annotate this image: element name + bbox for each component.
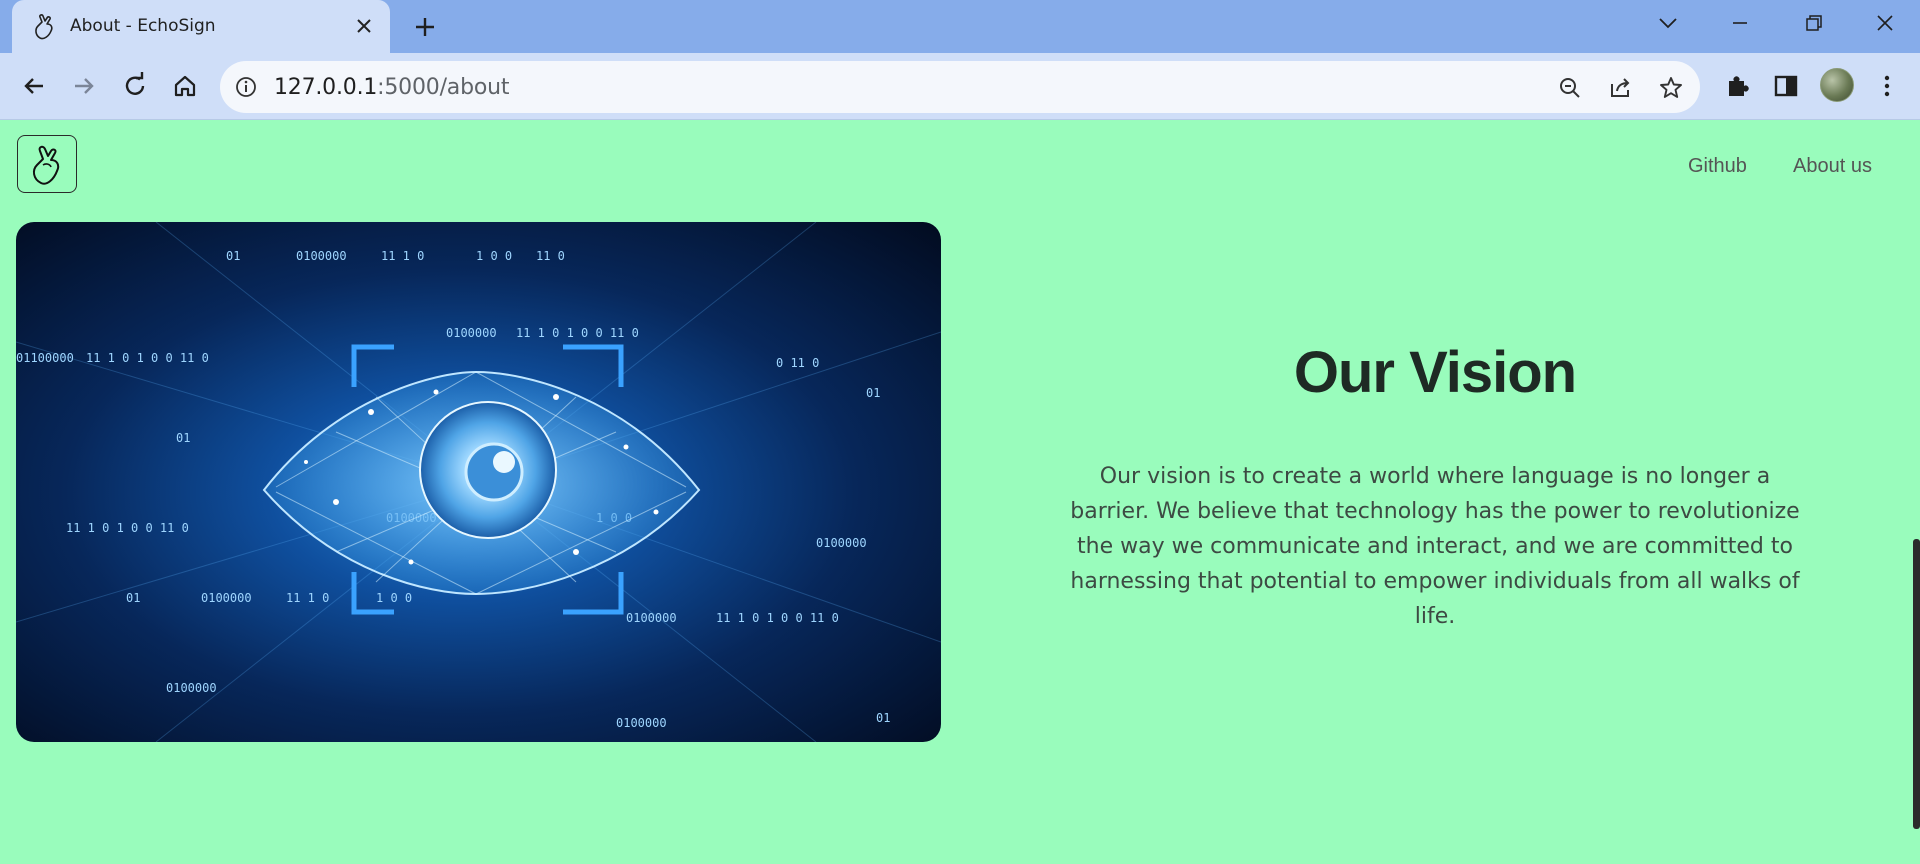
close-icon[interactable]: [352, 14, 376, 38]
address-bar[interactable]: 127.0.0.1:5000/about: [220, 61, 1700, 113]
page-content: Github About us 01 0100000 11 1 0 1 0 0 …: [0, 121, 1920, 864]
code-text: 01: [866, 386, 880, 400]
code-text: 0100000: [626, 611, 677, 625]
code-text: 11 1 0 1 0 0 11 0: [66, 521, 189, 535]
extensions-puzzle-icon[interactable]: [1720, 69, 1754, 103]
restore-icon[interactable]: [1793, 8, 1833, 38]
back-arrow-icon[interactable]: [17, 69, 51, 103]
url-host: 127.0.0.1: [274, 75, 378, 100]
share-icon[interactable]: [1606, 74, 1634, 102]
code-text: 0100000: [201, 591, 252, 605]
nav-link-about-us[interactable]: About us: [1793, 155, 1872, 178]
code-text: 01: [876, 711, 890, 725]
tab-title: About - EchoSign: [70, 16, 216, 36]
window-close-icon[interactable]: [1865, 8, 1905, 38]
code-text: 11 1 0 1 0 0 11 0: [516, 326, 639, 340]
url-text: 127.0.0.1:5000/about: [274, 75, 509, 100]
new-tab-plus-icon[interactable]: [410, 12, 440, 42]
echosign-logo[interactable]: [17, 135, 77, 193]
code-text: 11 1 0 1 0 0 11 0: [86, 351, 209, 365]
code-text: 01: [126, 591, 140, 605]
code-text: 11 1 0: [286, 591, 329, 605]
kebab-menu-icon[interactable]: [1870, 69, 1904, 103]
code-text: 0100000: [166, 681, 217, 695]
code-text: 11 1 0: [381, 249, 424, 263]
vision-eye-image: 01 0100000 11 1 0 1 0 0 11 0 01100000 11…: [16, 222, 941, 742]
forward-arrow-icon[interactable]: [67, 69, 101, 103]
hand-logo-icon: [32, 145, 60, 185]
scrollbar-thumb[interactable]: [1913, 539, 1920, 829]
zoom-out-icon[interactable]: [1556, 74, 1584, 102]
vision-description: Our vision is to create a world where la…: [1070, 464, 1800, 629]
side-panel-icon[interactable]: [1769, 69, 1803, 103]
code-text: 11 1 0 1 0 0 11 0: [716, 611, 839, 625]
hand-favicon-icon: [32, 13, 58, 41]
site-info-icon[interactable]: [234, 75, 258, 99]
tab-search-chevron-icon[interactable]: [1648, 8, 1688, 38]
browser-toolbar: 127.0.0.1:5000/about: [0, 53, 1920, 120]
code-text: 01: [176, 431, 190, 445]
nav-link-github[interactable]: Github: [1688, 155, 1747, 178]
page-title: Our Vision: [1293, 340, 1577, 405]
code-text: 0100000: [446, 326, 497, 340]
minimize-icon[interactable]: [1720, 8, 1760, 38]
browser-tab-strip: About - EchoSign: [0, 0, 1920, 53]
code-text: 01100000: [16, 351, 74, 365]
url-path: :5000/about: [377, 75, 510, 100]
code-text: 01: [226, 249, 240, 263]
code-text: 0100000: [296, 249, 347, 263]
code-text: 0 11 0: [776, 356, 819, 370]
code-text: 1 0 0: [376, 591, 412, 605]
code-text: 11 0: [536, 249, 565, 263]
bookmark-star-icon[interactable]: [1657, 74, 1685, 102]
code-text: 1 0 0: [476, 249, 512, 263]
home-icon[interactable]: [168, 69, 202, 103]
reload-icon[interactable]: [118, 69, 152, 103]
code-text: 0100000: [616, 716, 667, 730]
code-text: 0100000: [816, 536, 867, 550]
browser-tab-active[interactable]: About - EchoSign: [12, 0, 390, 53]
profile-avatar[interactable]: [1820, 68, 1854, 102]
